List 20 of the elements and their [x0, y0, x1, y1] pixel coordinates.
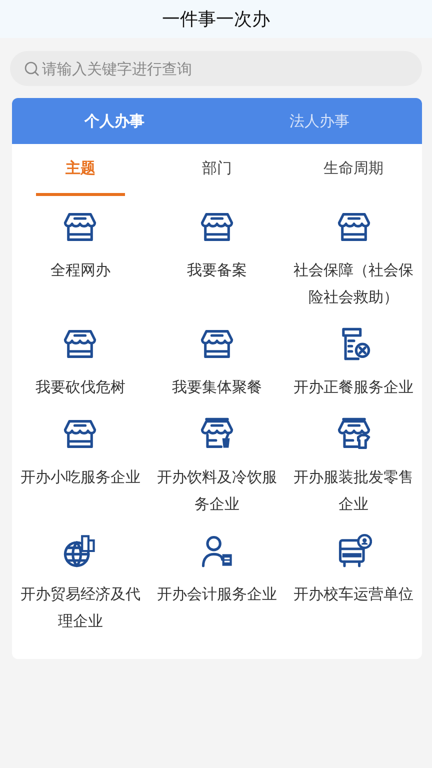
item-label[interactable]: 开办贸易经济及代理企业	[17, 581, 144, 635]
tab[interactable]: 个人办事	[12, 98, 217, 144]
item-label[interactable]: 我要备案	[154, 257, 280, 284]
item-label[interactable]: 开办会计服务企业	[154, 581, 280, 608]
item-label[interactable]: 开办饮料及冷饮服务企业	[154, 464, 280, 518]
item-label[interactable]: 我要砍伐危树	[17, 374, 144, 401]
search-icon	[24, 60, 40, 76]
tab[interactable]: 生命周期	[309, 144, 398, 196]
item-label[interactable]: 开办小吃服务企业	[17, 464, 144, 491]
item-label[interactable]: 社会保障（社会保险社会救助）	[290, 257, 417, 311]
search-bar[interactable]: 请输入关键字进行查询	[10, 51, 422, 86]
window-title: 一件事一次办	[162, 8, 270, 31]
item-label[interactable]: 全程网办	[17, 257, 144, 284]
tab[interactable]: 部门	[172, 144, 262, 196]
store-shirt-icon[interactable]	[336, 416, 372, 452]
item-label[interactable]: 开办校车运营单位	[290, 581, 417, 608]
item-label[interactable]: 开办正餐服务企业	[290, 374, 417, 401]
search-field[interactable]: 请输入关键字进行查询	[40, 60, 400, 78]
item-label[interactable]: 我要集体聚餐	[154, 374, 280, 401]
item-label[interactable]: 开办服装批发零售企业	[290, 464, 417, 518]
